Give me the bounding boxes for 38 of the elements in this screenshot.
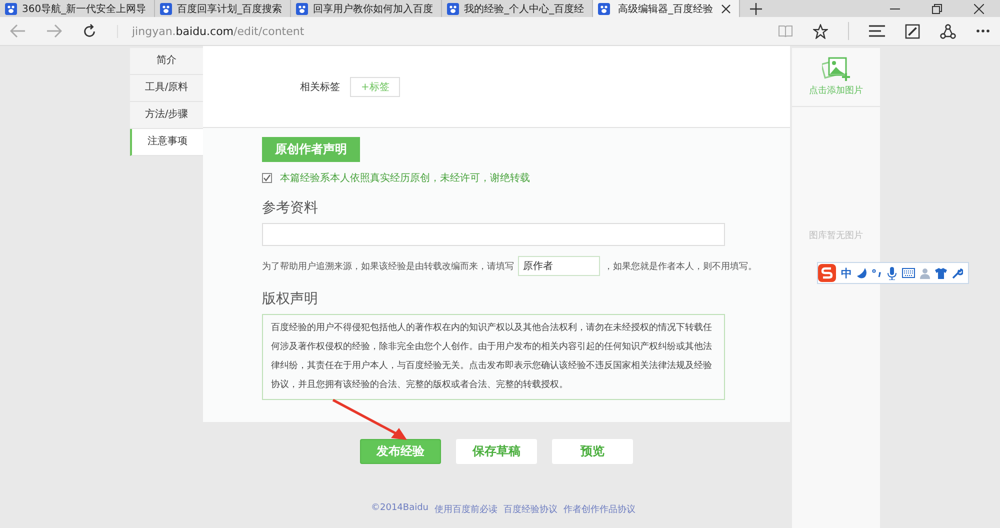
paw-icon — [160, 2, 172, 15]
star-icon[interactable] — [813, 24, 828, 39]
browser-tab[interactable]: 高级编辑器_百度经验 — [593, 0, 740, 18]
copyright-text: 百度经验的用户不得侵犯包括他人的著作权在内的知识产权以及其他合法权利，请勿在未经授权的情况下转载任何涉及著作权侵权的经验，除非完全由您个人创作。由于用户发布的相关内容引起的任何知识产权纠纷或其他法律纠纷，其责任在于用户本人，与百度经验无关。点击发布即表示您确认该经验不违反国家相关法律法规及经验协议，并且您拥有该经验的合法、完整的版权或者合法、完整的转载授权。 — [262, 314, 725, 400]
image-add-icon — [822, 57, 850, 81]
wrench-icon[interactable] — [952, 268, 963, 278]
input-mode-toggle[interactable]: 中 — [841, 266, 852, 280]
close-icon[interactable] — [974, 4, 984, 14]
paw-icon — [447, 2, 460, 15]
reference-input-field[interactable] — [262, 223, 725, 246]
close-icon[interactable] — [721, 4, 732, 14]
moon-icon[interactable] — [857, 268, 867, 278]
tags-label: 相关标签 — [300, 80, 340, 94]
more-icon[interactable] — [976, 29, 990, 34]
microphone-icon[interactable] — [887, 266, 897, 280]
ime-logo-icon[interactable] — [818, 264, 836, 282]
restore-icon[interactable] — [932, 4, 942, 14]
paw-icon — [5, 2, 17, 15]
checkbox-label: 本篇经验系本人依照真实经历原创，未经许可，谢绝转载 — [280, 172, 530, 185]
checkbox[interactable] — [262, 173, 272, 183]
shirt-icon[interactable] — [935, 268, 947, 278]
punctuation-icon[interactable] — [872, 268, 882, 278]
hint-text: ，如果您就是作者本人，则不用填写。 — [604, 260, 757, 272]
refresh-icon[interactable] — [82, 24, 97, 39]
keyboard-icon[interactable] — [902, 268, 915, 278]
hint-text: 为了帮助用户追溯来源，如果该经验是由转载改编而来，请填写 — [262, 260, 514, 272]
share-icon[interactable] — [940, 24, 956, 39]
new-tab-icon[interactable] — [750, 2, 762, 15]
pen-icon[interactable] — [905, 24, 920, 39]
section-heading: 参考资料 — [262, 199, 318, 217]
paw-icon — [296, 2, 308, 15]
paw-icon — [598, 2, 610, 15]
author-input-field[interactable]: 原作者 — [518, 256, 600, 276]
nav-item[interactable]: 注意事项 — [130, 129, 203, 156]
empty-gallery-text: 图库暂无图片 — [808, 230, 864, 242]
hub-icon[interactable] — [869, 25, 885, 38]
section-heading: 原创作者声明 — [262, 137, 360, 162]
section-heading: 版权声明 — [262, 290, 318, 308]
